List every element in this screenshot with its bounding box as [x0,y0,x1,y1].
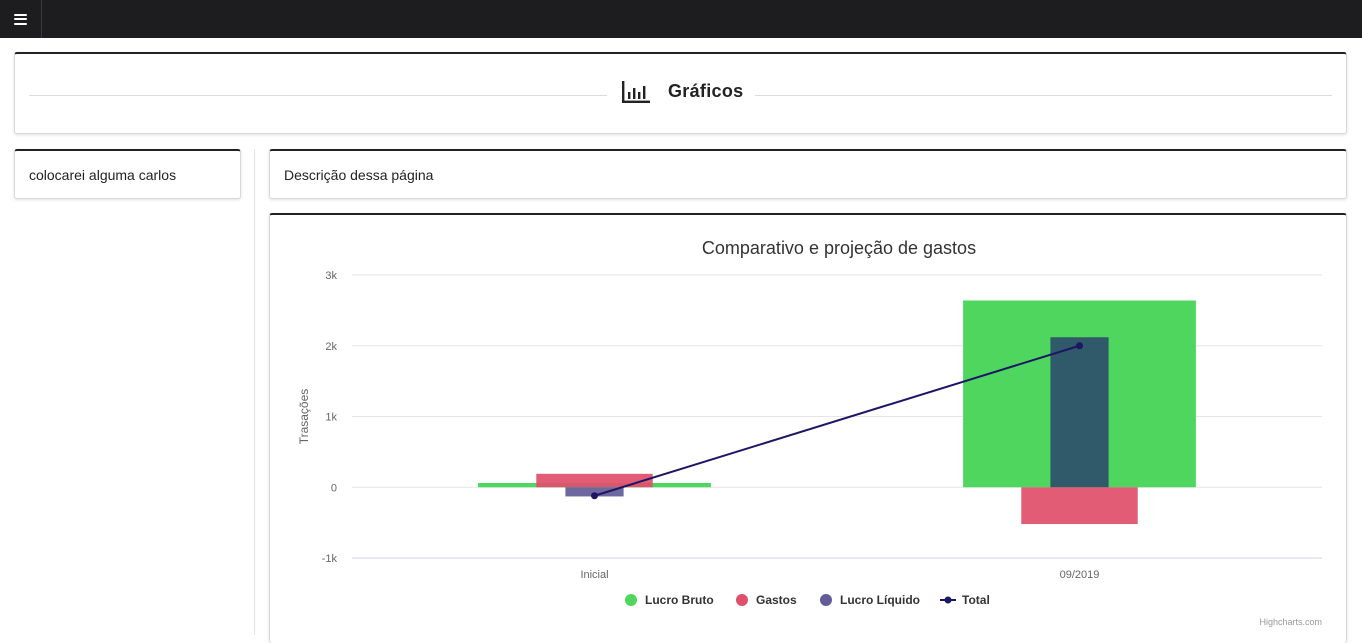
expense-chart: Comparativo e projeção de gastos -1k 0 1k 2k… [297,238,1322,627]
legend-item: Total [962,593,990,607]
legend-item: Lucro Bruto [645,593,714,607]
x-tick-label: Inicial [580,569,608,581]
y-tick-label: 2k [325,341,337,353]
legend-marker [944,596,952,604]
x-tick-label: 09/2019 [1060,569,1100,581]
title-divider-right [755,95,1332,96]
point-total [1076,342,1083,350]
legend-marker [625,594,637,606]
chart-card: Comparativo e projeção de gastos -1k 0 1k 2k… [269,213,1347,643]
bar-gastos [536,473,653,488]
point-total [591,492,598,500]
bar-chart-icon [622,81,650,103]
column-divider [254,149,255,635]
title-divider-left [29,95,607,96]
description-card: Descrição dessa página [269,149,1347,199]
y-axis-label: Trasações [297,389,311,445]
top-navbar [0,0,1362,38]
legend-item: Lucro Líquido [840,593,920,607]
y-tick-label: -1k [322,553,338,565]
description-text: Descrição dessa página [284,167,434,183]
menu-toggle-button[interactable] [0,0,42,38]
bar-lucro-liquido [1050,337,1109,488]
y-tick-label: 1k [325,412,337,424]
legend-marker [736,594,748,606]
y-tick-label: 0 [331,482,337,494]
legend-item: Gastos [756,593,797,607]
y-tick-label: 3k [325,270,337,282]
sidebar-text: colocarei alguma carlos [29,167,177,183]
page-title: Gráficos [668,81,744,101]
page-header-card: Gráficos [14,52,1347,134]
sidebar-card: colocarei alguma carlos [14,149,241,199]
chart-title: Comparativo e projeção de gastos [702,238,976,258]
legend-marker [820,594,832,606]
hamburger-menu-icon [14,13,27,25]
bar-gastos [1021,487,1138,525]
chart-credits: Highcharts.com [1259,617,1322,627]
